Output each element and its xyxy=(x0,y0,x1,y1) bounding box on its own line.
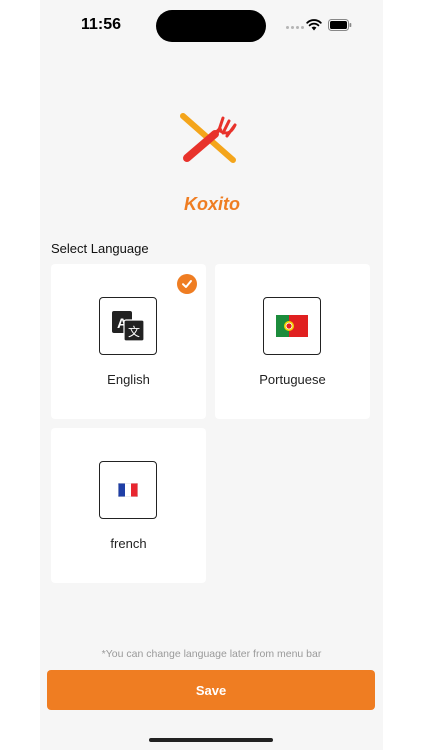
save-button[interactable]: Save xyxy=(47,670,375,710)
status-time: 11:56 xyxy=(81,16,122,33)
cellular-signal-icon xyxy=(286,26,304,29)
brand-logo: Koxito xyxy=(184,194,240,214)
svg-text:文: 文 xyxy=(128,324,140,339)
language-label: English xyxy=(107,372,150,387)
app-screen: 11:56 Koxito Select Language A 文 English xyxy=(40,0,383,750)
battery-icon xyxy=(328,19,352,31)
language-card-french[interactable]: french xyxy=(51,428,206,583)
section-title: Select Language xyxy=(51,241,149,256)
language-icon-box: A 文 xyxy=(99,297,157,355)
language-label: french xyxy=(110,536,147,551)
language-card-portuguese[interactable]: Portuguese xyxy=(215,264,370,419)
wifi-icon xyxy=(306,19,322,31)
france-flag-icon xyxy=(118,483,138,497)
dynamic-island xyxy=(156,10,266,42)
language-label: Portuguese xyxy=(259,372,326,387)
hint-text: *You can change language later from menu… xyxy=(101,648,322,660)
portugal-flag-icon xyxy=(276,315,308,337)
translate-icon: A 文 xyxy=(112,311,145,342)
brand-name: Koxito xyxy=(184,194,240,214)
logo-icon xyxy=(180,113,237,163)
home-indicator xyxy=(149,738,273,742)
language-icon-box xyxy=(99,461,157,519)
selected-check-icon xyxy=(177,274,197,294)
language-icon-box xyxy=(263,297,321,355)
